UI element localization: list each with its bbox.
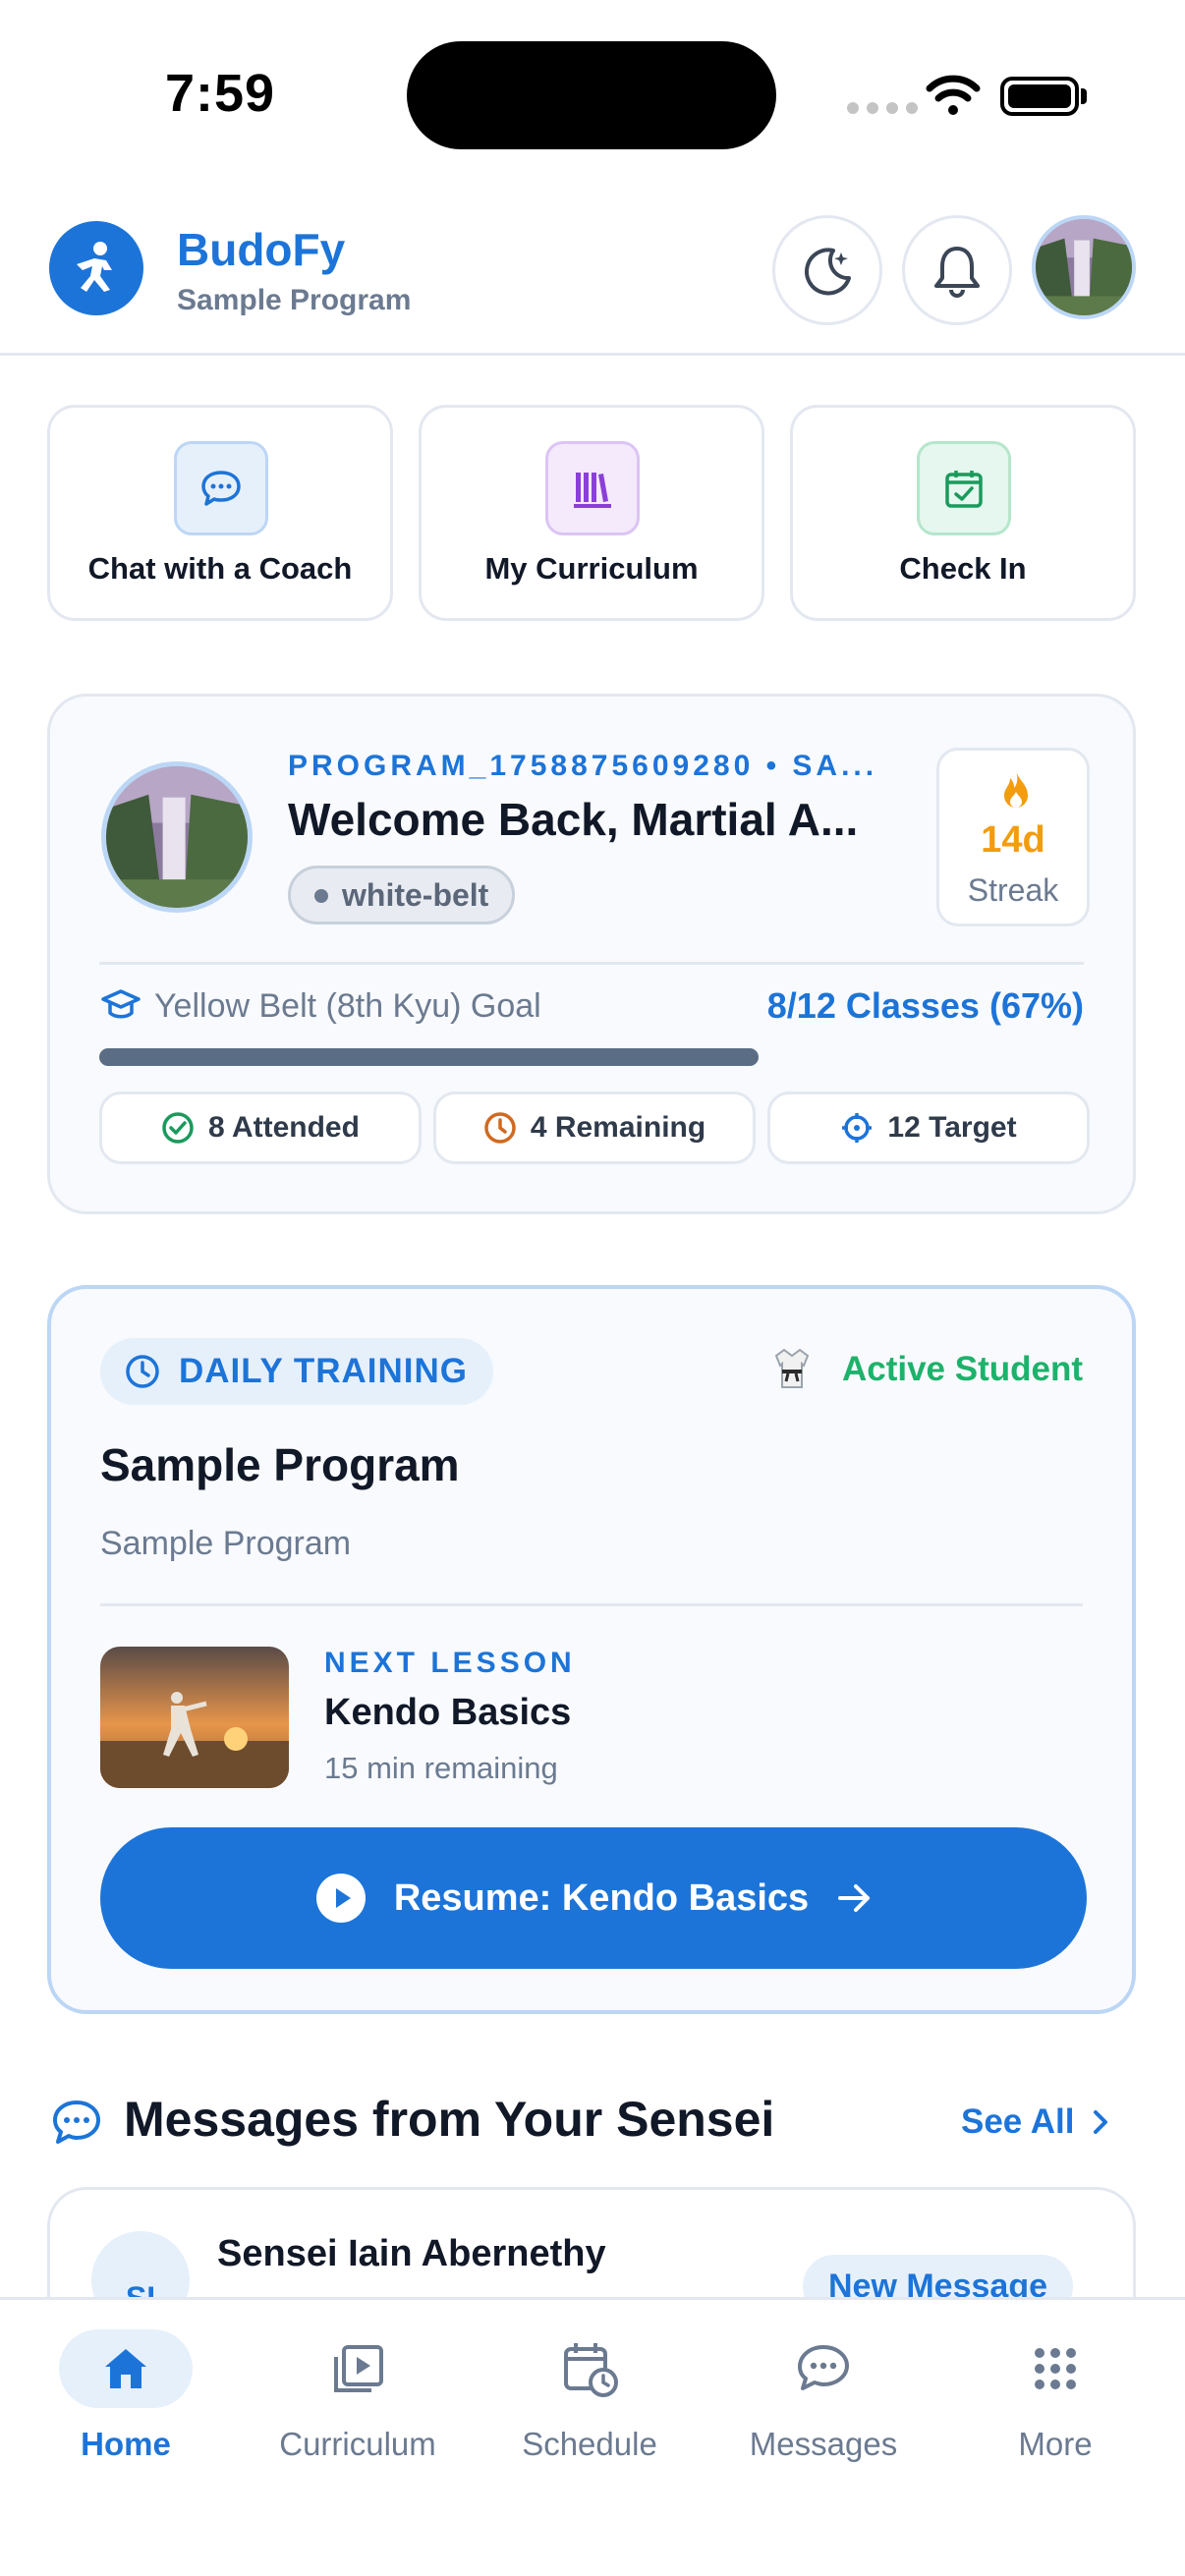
resume-button-label: Resume: Kendo Basics — [393, 1876, 810, 1919]
streak-box: 14d Streak — [936, 748, 1090, 926]
goal-label: Yellow Belt (8th Kyu) Goal — [154, 987, 541, 1025]
grid-dots-icon — [1035, 2348, 1076, 2389]
bell-icon — [934, 247, 980, 298]
stat-attended: 8 Attended — [99, 1092, 422, 1164]
stat-attended-label: 8 Attended — [208, 1111, 360, 1144]
tab-label: Messages — [749, 2426, 898, 2462]
arrow-right-icon — [838, 1884, 871, 1912]
quick-action-check-in[interactable]: Check In — [790, 405, 1136, 621]
app-header: BudoFy Sample Program — [0, 201, 1185, 356]
check-circle-icon — [162, 1112, 194, 1144]
profile-avatar[interactable] — [1032, 215, 1136, 319]
daily-training-badge: DAILY TRAINING — [100, 1338, 494, 1405]
welcome-heading: Welcome Back, Martial A... — [288, 794, 859, 845]
see-all-label: See All — [961, 2102, 1075, 2141]
fire-icon — [1004, 770, 1028, 808]
video-library-icon — [334, 2345, 383, 2392]
moon-stars-icon — [805, 248, 851, 296]
dynamic-island — [407, 41, 776, 149]
quick-action-label: Check In — [899, 551, 1027, 586]
stat-remaining: 4 Remaining — [433, 1092, 756, 1164]
chevron-right-icon — [1094, 2110, 1108, 2134]
see-all-link[interactable]: See All — [961, 2102, 1109, 2142]
karate-gi-icon — [774, 1348, 810, 1388]
training-title: Sample Program — [100, 1439, 460, 1490]
resume-lesson-button[interactable]: Resume: Kendo Basics — [100, 1827, 1087, 1969]
quick-action-label: My Curriculum — [484, 551, 699, 586]
next-lesson-label: NEXT LESSON — [324, 1647, 576, 1679]
progress-card: PROGRAM_1758875609280 • SA... Welcome Ba… — [47, 694, 1136, 1214]
stat-remaining-label: 4 Remaining — [530, 1111, 706, 1144]
tab-schedule[interactable]: Schedule — [491, 2329, 688, 2467]
chat-bubble-icon — [798, 2345, 849, 2390]
quick-action-my-curriculum[interactable]: My Curriculum — [419, 405, 764, 621]
wifi-icon — [926, 75, 981, 115]
lesson-thumbnail[interactable] — [100, 1647, 289, 1788]
divider — [100, 1603, 1083, 1606]
goal-progress-fill — [99, 1048, 760, 1066]
student-avatar[interactable] — [101, 761, 253, 913]
cellular-signal-icon — [847, 102, 918, 114]
app-subtitle: Sample Program — [177, 284, 412, 316]
calendar-check-icon — [917, 441, 1011, 535]
tab-label: Curriculum — [279, 2426, 436, 2462]
play-circle-icon — [315, 1874, 366, 1923]
training-subtitle: Sample Program — [100, 1525, 352, 1562]
calendar-clock-icon — [564, 2343, 618, 2397]
bottom-tab-bar: Home Curriculum Schedule Messages More — [0, 2297, 1185, 2576]
next-lesson-title: Kendo Basics — [324, 1692, 572, 1733]
quick-action-chat-coach[interactable]: Chat with a Coach — [47, 405, 393, 621]
belt-badge: white-belt — [288, 866, 516, 924]
clock-icon — [484, 1112, 516, 1144]
tab-home[interactable]: Home — [28, 2329, 224, 2467]
target-icon — [842, 1113, 873, 1143]
tab-label: Schedule — [522, 2426, 657, 2462]
books-icon — [545, 441, 640, 535]
tab-messages[interactable]: Messages — [725, 2329, 922, 2467]
streak-value: 14d — [981, 819, 1045, 861]
clock-icon — [126, 1355, 159, 1388]
tab-curriculum[interactable]: Curriculum — [259, 2329, 456, 2467]
status-time: 7:59 — [165, 64, 276, 123]
belt-label: white-belt — [342, 877, 489, 913]
theme-toggle-button[interactable] — [772, 215, 882, 325]
notifications-button[interactable] — [902, 215, 1012, 325]
graduation-cap-icon — [101, 989, 141, 1019]
tab-more[interactable]: More — [957, 2329, 1154, 2467]
messages-heading: Messages from Your Sensei — [124, 2092, 775, 2147]
status-bar: 7:59 — [0, 0, 1185, 187]
quick-action-label: Chat with a Coach — [87, 551, 353, 586]
active-status: Active Student — [841, 1350, 1083, 1388]
waterfall-image — [106, 766, 248, 908]
goal-value: 8/12 Classes (67%) — [766, 985, 1084, 1026]
battery-icon — [1000, 77, 1079, 116]
divider — [99, 962, 1084, 965]
sender-name: Sensei Iain Abernethy — [217, 2233, 606, 2274]
daily-training-card: DAILY TRAINING Active Student Sample Pro… — [47, 1285, 1136, 2014]
belt-dot-icon — [314, 889, 328, 903]
program-id: PROGRAM_1758875609280 • SA... — [288, 750, 878, 782]
sunset-training-image — [100, 1647, 289, 1788]
tab-label: More — [1018, 2426, 1093, 2462]
app-title: BudoFy — [177, 224, 346, 275]
next-lesson-remaining: 15 min remaining — [324, 1751, 558, 1785]
waterfall-image — [1036, 219, 1132, 315]
daily-training-label: DAILY TRAINING — [179, 1352, 469, 1390]
tab-label: Home — [81, 2426, 171, 2462]
chat-bubble-icon — [53, 2100, 100, 2144]
chat-bubble-icon — [174, 441, 268, 535]
goal-progress-bar — [99, 1048, 1084, 1066]
stat-target-label: 12 Target — [887, 1111, 1017, 1144]
app-logo-icon[interactable] — [49, 221, 143, 315]
home-icon — [105, 2349, 146, 2388]
streak-label: Streak — [967, 872, 1059, 908]
stat-target: 12 Target — [767, 1092, 1090, 1164]
